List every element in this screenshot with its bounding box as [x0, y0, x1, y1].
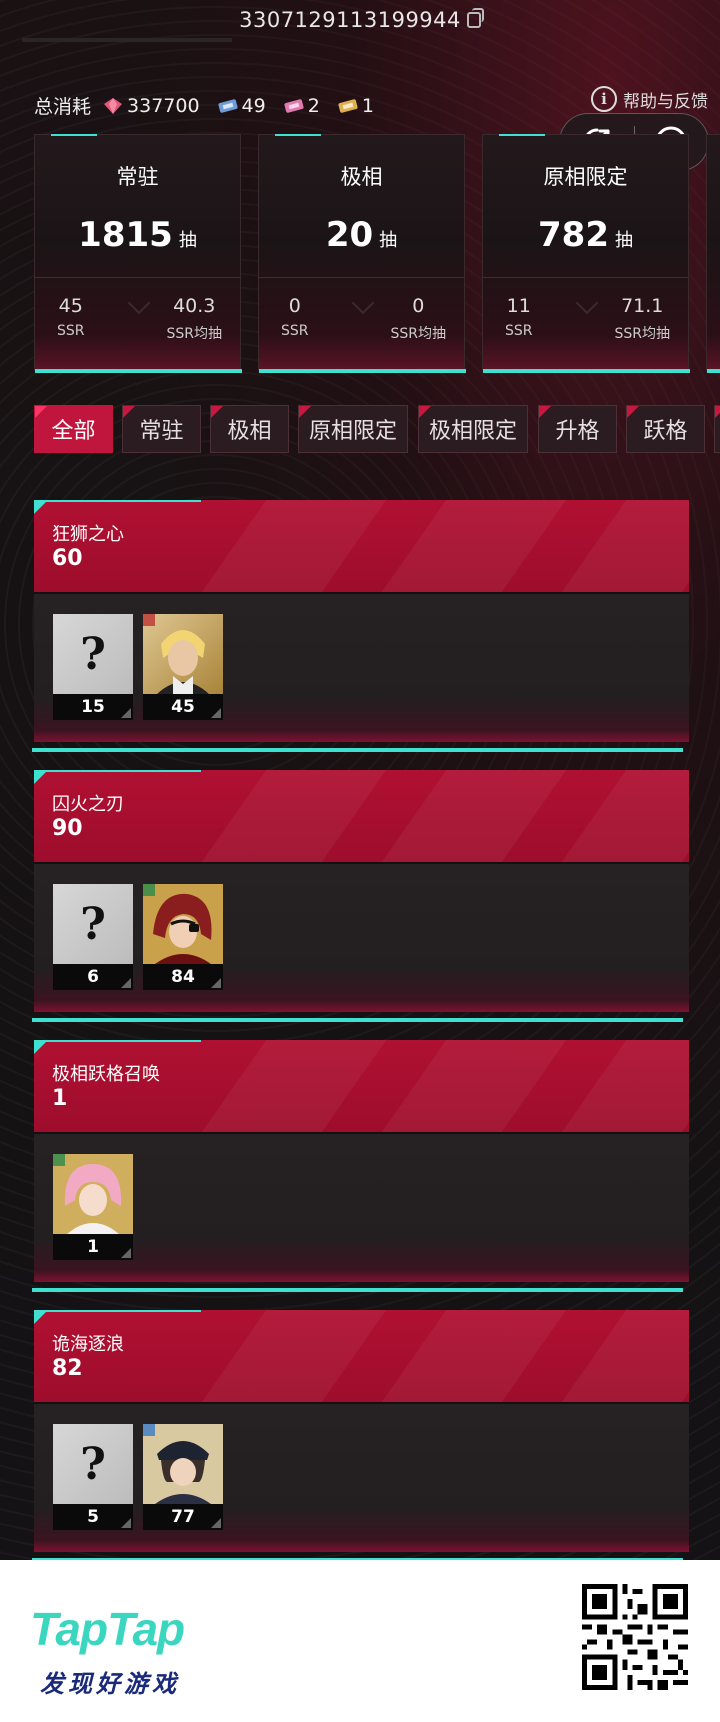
tab-leap[interactable]: 跃格	[626, 405, 705, 453]
pull-count: 5	[53, 1504, 133, 1530]
banner-header: 诡海逐浪 82	[34, 1310, 689, 1402]
banner-card[interactable]: 极相跃格召唤 1 1	[32, 1040, 689, 1292]
tab-ascend[interactable]: 升格	[538, 405, 617, 453]
tab-extreme[interactable]: 极相	[210, 405, 289, 453]
card-ssr-average: 71.1 SSR均抽	[614, 295, 670, 342]
character-list: ? 6 84	[53, 884, 233, 990]
character-portrait	[143, 614, 223, 694]
uid-row[interactable]: 3307129113199944	[0, 8, 720, 32]
consumption-item-gold-ticket: 1	[338, 95, 374, 117]
pink-crystal-icon	[104, 97, 123, 114]
pull-count: 6	[53, 964, 133, 990]
card-ssr-average: 0 SSR均抽	[390, 295, 446, 342]
tab-more-partial[interactable]	[714, 405, 720, 453]
character-tile[interactable]: 84	[143, 884, 223, 990]
chevron-down-icon	[127, 291, 151, 315]
pull-count: 77	[143, 1504, 223, 1530]
pool-tabs: 全部 常驻 极相 原相限定 极相限定 升格 跃格	[34, 405, 720, 455]
card-ssr: 45 SSR	[57, 295, 85, 339]
copy-icon[interactable]	[466, 8, 484, 28]
pull-count: 1	[53, 1234, 133, 1260]
consumption-item-crystal: 337700	[103, 95, 200, 117]
character-portrait	[53, 1154, 133, 1234]
tab-limited[interactable]: 原相限定	[298, 405, 408, 453]
banner-header: 囚火之刃 90	[34, 770, 689, 862]
banner-count: 82	[52, 1356, 83, 1381]
qr-code	[582, 1584, 688, 1690]
stat-card-extreme[interactable]: 极相 20 抽 0 SSR 0 SSR均抽	[258, 134, 466, 373]
banner-count: 90	[52, 816, 83, 841]
tab-all[interactable]: 全部	[34, 405, 113, 453]
tab-extreme-limited[interactable]: 极相限定	[418, 405, 528, 453]
banner-name: 诡海逐浪	[52, 1334, 124, 1355]
card-pulls: 1815 抽	[78, 215, 197, 255]
total-consumption-row: 总消耗 337700 49 2 1	[34, 92, 392, 119]
header-divider	[22, 38, 232, 42]
banner-name: 囚火之刃	[52, 794, 124, 815]
character-list: 1	[53, 1154, 143, 1260]
banner-header: 狂狮之心 60	[34, 500, 689, 592]
question-mark-icon: ?	[53, 1424, 133, 1504]
banner-card[interactable]: 囚火之刃 90 ? 6 84	[32, 770, 689, 1022]
stat-cards: 常驻 1815 抽 45 SSR 40.3 SSR均抽 极相 20 抽 0 SSR 0 SS…	[34, 134, 720, 374]
banner-name: 极相跃格召唤	[52, 1064, 160, 1085]
question-mark-icon: ?	[53, 884, 133, 964]
gold-ticket-icon	[338, 98, 358, 113]
question-mark-icon: ?	[53, 614, 133, 694]
character-portrait	[143, 884, 223, 964]
character-list: ? 15 45	[53, 614, 233, 720]
card-divider	[483, 277, 688, 278]
chevron-down-icon	[351, 291, 375, 315]
banner-count: 60	[52, 546, 83, 571]
banner-count: 1	[52, 1086, 68, 1111]
banner-body: ? 15 45	[34, 592, 689, 742]
unknown-tile[interactable]: ? 15	[53, 614, 133, 720]
card-divider	[35, 277, 240, 278]
pull-count: 45	[143, 694, 223, 720]
banner-name: 狂狮之心	[52, 524, 124, 545]
consumption-item-pink-ticket: 2	[284, 95, 320, 117]
taptap-footer: TapTap 发现好游戏	[0, 1560, 720, 1722]
stat-card-next-partial[interactable]	[706, 134, 720, 373]
card-divider	[259, 277, 464, 278]
character-tile[interactable]: 1	[53, 1154, 133, 1260]
help-label: 帮助与反馈	[623, 91, 708, 112]
card-title: 原相限定	[543, 165, 628, 189]
uid-text: 3307129113199944	[239, 8, 461, 32]
taptap-slogan: 发现好游戏	[40, 1670, 180, 1698]
card-ssr: 0 SSR	[281, 295, 309, 339]
help-feedback-link[interactable]: i 帮助与反馈	[591, 86, 708, 112]
blue-ticket-icon	[218, 98, 238, 113]
unknown-tile[interactable]: ? 6	[53, 884, 133, 990]
chevron-down-icon	[575, 291, 599, 315]
banner-body: 1	[34, 1132, 689, 1282]
stat-card-limited[interactable]: 原相限定 782 抽 11 SSR 71.1 SSR均抽	[482, 134, 690, 373]
card-title: 常驻	[116, 165, 159, 189]
character-tile[interactable]: 77	[143, 1424, 223, 1530]
consumption-item-blue-ticket: 49	[218, 95, 266, 117]
taptap-logo: TapTap	[30, 1603, 185, 1655]
consumption-label: 总消耗	[34, 96, 92, 118]
card-pulls: 20 抽	[325, 215, 398, 255]
card-title: 极相	[340, 165, 383, 189]
pull-count: 84	[143, 964, 223, 990]
banner-body: ? 5 77	[34, 1402, 689, 1552]
pink-ticket-icon	[284, 98, 304, 113]
banner-header: 极相跃格召唤 1	[34, 1040, 689, 1132]
unknown-tile[interactable]: ? 5	[53, 1424, 133, 1530]
banner-card[interactable]: 诡海逐浪 82 ? 5 77	[32, 1310, 689, 1562]
character-list: ? 5 77	[53, 1424, 233, 1530]
card-pulls: 782 抽	[538, 215, 633, 255]
character-tile[interactable]: 45	[143, 614, 223, 720]
pull-count: 15	[53, 694, 133, 720]
character-portrait	[143, 1424, 223, 1504]
banner-body: ? 6 84	[34, 862, 689, 1012]
banner-card[interactable]: 狂狮之心 60 ? 15 45	[32, 500, 689, 752]
card-ssr: 11 SSR	[505, 295, 533, 339]
tab-standard[interactable]: 常驻	[122, 405, 201, 453]
stat-card-standard[interactable]: 常驻 1815 抽 45 SSR 40.3 SSR均抽	[34, 134, 242, 373]
card-ssr-average: 40.3 SSR均抽	[166, 295, 222, 342]
info-icon: i	[591, 86, 617, 112]
